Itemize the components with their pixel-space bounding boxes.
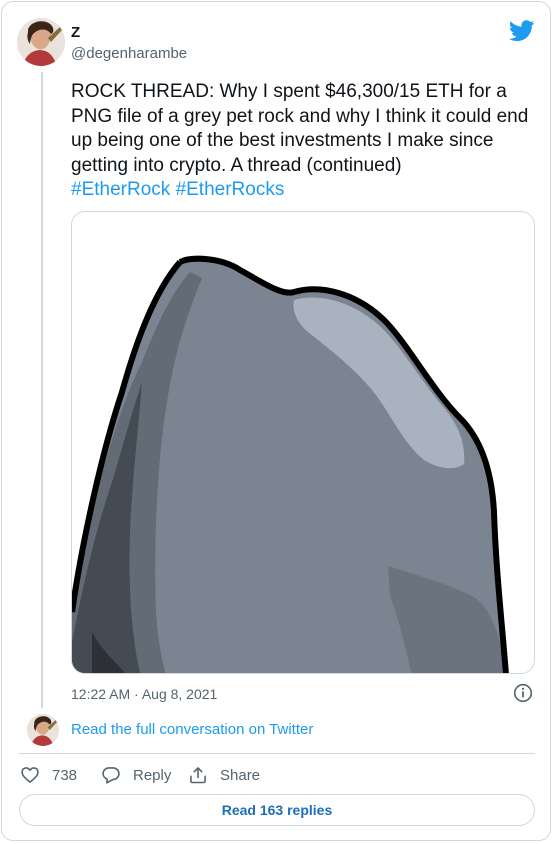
author-handle[interactable]: @degenharambe [71, 45, 187, 63]
tweet-media-image[interactable] [71, 211, 535, 674]
heart-icon [21, 767, 39, 783]
like-button[interactable]: 738 [20, 764, 77, 786]
share-button[interactable]: Share [188, 764, 260, 786]
hashtag-link-etherrocks[interactable]: #EtherRocks [176, 179, 285, 200]
grey-pet-rock-image [72, 255, 509, 673]
read-full-conversation-link[interactable]: Read the full conversation on Twitter [71, 721, 313, 739]
divider [19, 753, 535, 754]
author-avatar-small[interactable] [27, 714, 59, 746]
reply-button[interactable]: Reply [101, 764, 171, 786]
thread-connector-line [41, 72, 43, 708]
twitter-bird-icon[interactable] [508, 20, 535, 42]
info-icon[interactable] [513, 683, 533, 703]
share-label: Share [220, 766, 261, 784]
tweet-card: Z @degenharambe ROCK THREAD: Why I spent… [1, 1, 551, 841]
author-avatar[interactable] [17, 18, 65, 66]
share-upload-icon [190, 767, 206, 784]
speech-bubble-icon [102, 767, 120, 784]
tweet-timestamp[interactable]: 12:22 AM · Aug 8, 2021 [71, 685, 217, 703]
like-count: 738 [52, 766, 78, 784]
read-replies-button[interactable]: Read 163 replies [19, 794, 535, 826]
author-name[interactable]: Z [71, 25, 80, 41]
reply-label: Reply [133, 766, 172, 784]
tweet-body: ROCK THREAD: Why I spent $46,300/15 ETH … [71, 81, 529, 176]
hashtag-link-etherrock[interactable]: #EtherRock [71, 179, 170, 200]
read-replies-label: Read 163 replies [221, 802, 333, 818]
tweet-text: ROCK THREAD: Why I spent $46,300/15 ETH … [71, 80, 541, 203]
